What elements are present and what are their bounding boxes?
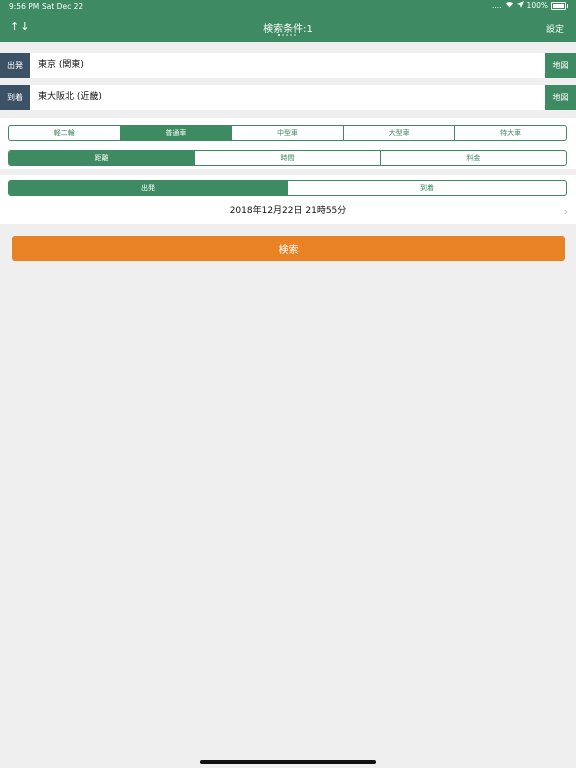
battery-icon <box>551 1 568 10</box>
route-priority-selector: 距離 時間 料金 <box>8 150 567 166</box>
status-indicators: .... 100% <box>492 1 568 10</box>
arrival-station[interactable]: 東大阪北 (近畿) <box>38 85 102 110</box>
search-button[interactable]: 検索 <box>12 236 565 261</box>
page-title: 検索条件:1 <box>263 24 313 35</box>
departure-station[interactable]: 東京 (関東) <box>38 53 84 78</box>
page-dot <box>278 34 280 36</box>
page-dot <box>286 34 288 36</box>
vehicle-type-option[interactable]: 普通車 <box>119 126 232 140</box>
vehicle-type-selector: 軽二輪 普通車 中型車 大型車 特大車 <box>8 125 567 141</box>
arrival-row[interactable]: 到着 東大阪北 (近畿) 地図 <box>0 85 576 110</box>
vehicle-type-option[interactable]: 大型車 <box>342 126 455 140</box>
departure-map-button[interactable]: 地図 <box>545 53 576 78</box>
battery-percent: 100% <box>526 1 548 10</box>
time-mode-selector: 出発 到着 <box>8 180 567 196</box>
wifi-icon <box>505 1 514 10</box>
datetime-row[interactable]: 2018年12月22日 21時55分 › <box>0 199 576 224</box>
time-mode-option[interactable]: 到着 <box>287 181 566 195</box>
settings-button[interactable]: 設定 <box>546 22 564 35</box>
arrival-map-button[interactable]: 地図 <box>545 85 576 110</box>
chevron-right-icon: › <box>563 205 568 218</box>
signal-dots-icon: .... <box>492 1 502 10</box>
time-mode-option[interactable]: 出発 <box>9 181 287 195</box>
home-indicator <box>200 760 376 764</box>
time-mode-panel: 出発 到着 <box>0 175 576 199</box>
departure-row[interactable]: 出発 東京 (関東) 地図 <box>0 53 576 78</box>
page-indicator <box>278 34 296 36</box>
arrival-tag: 到着 <box>0 85 30 110</box>
status-date: Sat Dec 22 <box>42 2 84 11</box>
route-priority-option[interactable]: 時間 <box>194 151 380 165</box>
route-priority-option[interactable]: 料金 <box>380 151 566 165</box>
options-panel: 軽二輪 普通車 中型車 大型車 特大車 距離 時間 料金 <box>0 118 576 169</box>
vehicle-type-option[interactable]: 特大車 <box>454 126 566 140</box>
datetime-value: 2018年12月22日 21時55分 <box>229 206 347 216</box>
page-dot <box>294 34 296 36</box>
page-dot <box>282 34 284 36</box>
status-time: 9:56 PM <box>9 2 40 11</box>
route-priority-option[interactable]: 距離 <box>9 151 194 165</box>
vehicle-type-option[interactable]: 軽二輪 <box>9 126 120 140</box>
page-dot <box>290 34 292 36</box>
location-arrow-icon <box>516 1 524 10</box>
departure-tag: 出発 <box>0 53 30 78</box>
vehicle-type-option[interactable]: 中型車 <box>231 126 343 140</box>
